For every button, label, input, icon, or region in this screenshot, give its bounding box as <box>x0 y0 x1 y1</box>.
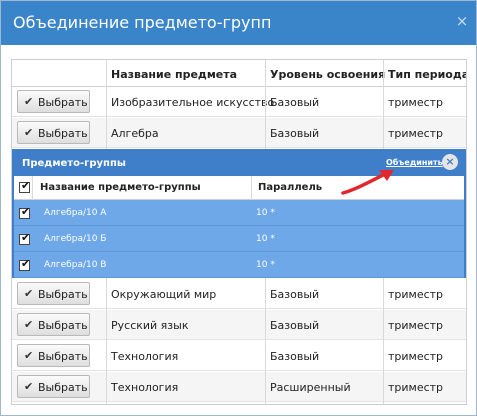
select-button-label: Выбрать <box>38 127 88 140</box>
check-icon: ✔ <box>24 95 34 108</box>
row-checkbox[interactable]: ✔ <box>19 257 31 271</box>
table-row: ✔ Выбрать Алгебра Базовый триместр <box>12 118 466 148</box>
group-parallel: 10 * <box>256 260 275 270</box>
period-cell: триместр <box>388 288 444 301</box>
level-cell: Базовый <box>270 350 320 363</box>
subject-group-row[interactable]: ✔ Алгебра/10 Б 10 * <box>14 226 464 252</box>
select-button-label: Выбрать <box>38 381 88 394</box>
column-header-level[interactable]: Уровень освоения <box>266 60 385 87</box>
divider <box>265 60 266 149</box>
column-header-group-name[interactable]: Название предмето-группы <box>40 182 201 193</box>
period-cell: триместр <box>388 350 444 363</box>
group-parallel: 10 * <box>256 208 275 218</box>
subject-cell: Русский язык <box>111 319 189 332</box>
divider <box>32 176 33 200</box>
level-cell: Расширенный <box>270 381 351 394</box>
subject-group-row[interactable]: ✔ Алгебра/10 В 10 * <box>14 252 464 278</box>
subject-cell: Технология <box>111 381 179 394</box>
group-name: Алгебра/10 В <box>44 260 107 270</box>
select-button[interactable]: ✔ Выбрать <box>17 282 90 305</box>
select-button-label: Выбрать <box>38 288 88 301</box>
subject-cell: Окружающий мир <box>111 288 217 301</box>
period-cell: триместр <box>388 381 444 394</box>
subject-cell: Изобразительное искусство <box>111 96 275 109</box>
check-icon: ✔ <box>24 287 34 300</box>
group-parallel: 10 * <box>256 234 275 244</box>
column-header-period[interactable]: Тип периода <box>384 60 466 87</box>
divider <box>383 278 384 404</box>
level-cell: Базовый <box>270 319 320 332</box>
check-icon: ✔ <box>24 318 34 331</box>
table-row: ✔ Выбрать Технология Расширенный тримест… <box>12 372 466 402</box>
check-icon: ✔ <box>24 380 34 393</box>
divider <box>251 176 252 200</box>
merge-dialog: Объединение предмето-групп × Название пр… <box>0 0 477 416</box>
check-icon: ✔ <box>24 126 34 139</box>
subject-cell: Технология <box>111 350 179 363</box>
level-cell: Базовый <box>270 288 320 301</box>
select-button-label: Выбрать <box>38 319 88 332</box>
column-header-subject[interactable]: Название предмета <box>107 60 265 87</box>
subjects-grid: Название предмета Уровень освоения Тип п… <box>11 59 467 405</box>
close-icon[interactable]: × <box>454 11 470 31</box>
checkmark-icon: ✔ <box>21 179 31 192</box>
table-row: ✔ Выбрать Изобразительное искусство Базо… <box>12 87 466 117</box>
divider <box>383 60 384 149</box>
level-cell: Базовый <box>270 96 320 109</box>
select-button[interactable]: ✔ Выбрать <box>17 313 90 336</box>
select-all-checkbox[interactable]: ✔ <box>19 179 31 193</box>
select-button[interactable]: ✔ Выбрать <box>17 121 90 144</box>
table-row: ✔ Выбрать Русский язык Базовый триместр <box>12 310 466 340</box>
column-header-parallel[interactable]: Параллель <box>258 182 322 193</box>
select-button-label: Выбрать <box>38 96 88 109</box>
select-button[interactable]: ✔ Выбрать <box>17 344 90 367</box>
divider <box>265 278 266 404</box>
select-button[interactable]: ✔ Выбрать <box>17 375 90 398</box>
dialog-title: Объединение предмето-групп <box>13 13 272 32</box>
table-row: ✔ Выбрать Технология Базовый триместр <box>12 341 466 371</box>
row-checkbox[interactable]: ✔ <box>19 231 31 245</box>
level-cell: Базовый <box>270 127 320 140</box>
check-icon: ✔ <box>24 349 34 362</box>
subject-groups-title: Предмето-группы <box>22 158 126 169</box>
divider <box>106 278 107 404</box>
annotation-arrow-icon <box>341 170 394 195</box>
row-checkbox[interactable]: ✔ <box>19 205 31 219</box>
checkmark-icon: ✔ <box>21 205 31 218</box>
group-name: Алгебра/10 Б <box>44 234 107 244</box>
table-row: ✔ Выбрать Окружающий мир Базовый тримест… <box>12 279 466 309</box>
checkmark-icon: ✔ <box>21 257 31 270</box>
group-name: Алгебра/10 А <box>44 208 107 218</box>
period-cell: триместр <box>388 127 444 140</box>
select-button-label: Выбрать <box>38 350 88 363</box>
column-header-action <box>12 60 106 87</box>
period-cell: триместр <box>388 96 444 109</box>
collapse-panel-icon[interactable]: × <box>442 154 458 170</box>
divider <box>106 60 107 149</box>
checkmark-icon: ✔ <box>21 231 31 244</box>
merge-link[interactable]: Объединить <box>386 158 443 167</box>
subject-cell: Алгебра <box>111 127 159 140</box>
subject-group-row[interactable]: ✔ Алгебра/10 А 10 * <box>14 200 464 226</box>
dialog-titlebar: Объединение предмето-групп × <box>1 1 476 45</box>
select-button[interactable]: ✔ Выбрать <box>17 90 90 113</box>
period-cell: триместр <box>388 319 444 332</box>
